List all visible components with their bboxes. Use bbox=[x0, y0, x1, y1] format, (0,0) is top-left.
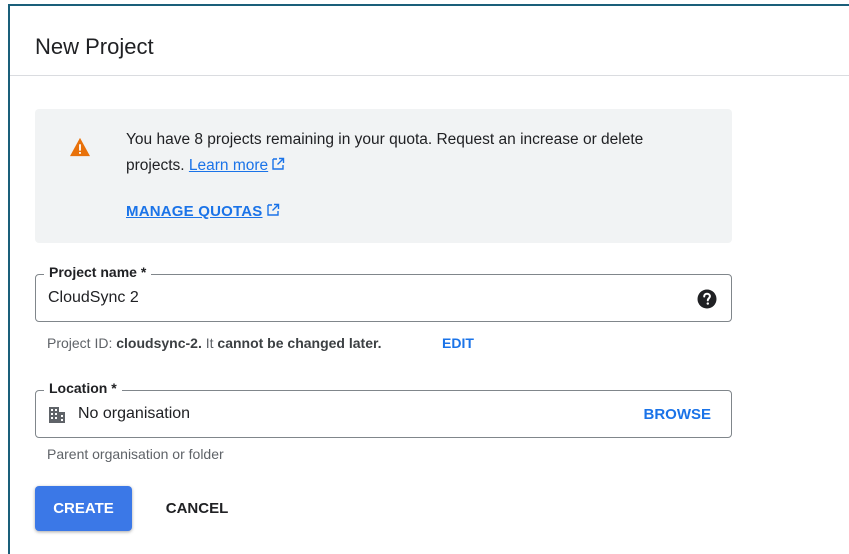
create-button[interactable]: CREATE bbox=[35, 486, 132, 531]
project-id-value: cloudsync-2. bbox=[116, 335, 202, 351]
learn-more-link[interactable]: Learn more bbox=[189, 157, 285, 174]
cancel-button[interactable]: CANCEL bbox=[152, 486, 242, 531]
location-field[interactable]: Location * No organisation BROWSE bbox=[35, 380, 732, 438]
help-icon[interactable] bbox=[697, 289, 717, 309]
quota-notice: You have 8 projects remaining in your qu… bbox=[35, 109, 732, 243]
manage-quotas-label: MANAGE QUOTAS bbox=[126, 203, 263, 220]
page-title: New Project bbox=[35, 34, 154, 59]
new-project-dialog: New Project You have 8 projects remainin… bbox=[8, 4, 849, 554]
project-name-input[interactable]: CloudSync 2 bbox=[48, 289, 139, 307]
browse-button[interactable]: BROWSE bbox=[644, 406, 712, 423]
quota-message: You have 8 projects remaining in your qu… bbox=[126, 127, 686, 179]
location-label: Location * bbox=[44, 380, 122, 396]
external-link-icon bbox=[272, 157, 285, 170]
manage-quotas-link[interactable]: MANAGE QUOTAS bbox=[126, 203, 280, 220]
edit-project-id-button[interactable]: EDIT bbox=[442, 335, 474, 351]
project-name-field[interactable]: Project name * CloudSync 2 bbox=[35, 264, 732, 322]
project-id-middle: It bbox=[201, 335, 218, 351]
organisation-icon bbox=[49, 407, 65, 423]
dialog-header: New Project bbox=[10, 6, 849, 76]
location-hint: Parent organisation or folder bbox=[47, 446, 224, 462]
project-id-prefix: Project ID: bbox=[47, 335, 117, 351]
project-id-warning: cannot be changed later. bbox=[217, 335, 382, 351]
warning-icon bbox=[70, 137, 90, 157]
learn-more-label: Learn more bbox=[188, 157, 269, 174]
location-value: No organisation bbox=[78, 405, 191, 422]
project-id-hint: Project ID: cloudsync-2. It cannot be ch… bbox=[47, 335, 382, 351]
external-link-icon bbox=[266, 203, 279, 216]
project-name-label: Project name * bbox=[44, 264, 152, 280]
